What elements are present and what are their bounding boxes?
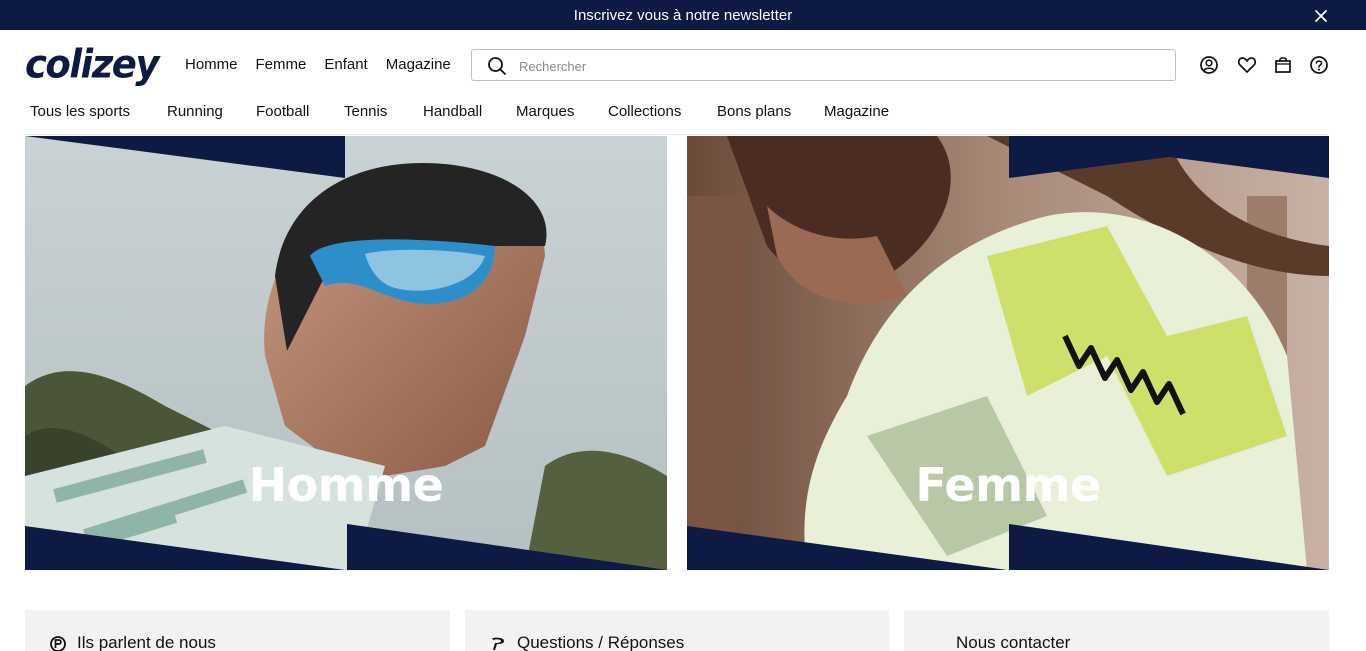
category-handball[interactable]: Handball (423, 103, 482, 120)
category-tennis[interactable]: Tennis (344, 103, 387, 120)
card-label: Nous contacter (956, 633, 1071, 651)
help-icon[interactable] (1309, 55, 1329, 75)
category-collections[interactable]: Collections (608, 103, 681, 120)
main-nav-magazine[interactable]: Magazine (386, 56, 451, 73)
main-nav-homme[interactable]: Homme (185, 56, 238, 73)
heart-icon[interactable] (1237, 55, 1257, 75)
search-icon (488, 57, 506, 75)
question-icon (492, 637, 504, 650)
search-bar[interactable] (471, 49, 1176, 81)
category-magazine[interactable]: Magazine (824, 103, 889, 120)
search-input[interactable] (519, 56, 1159, 76)
category-bons-plans[interactable]: Bons plans (717, 103, 791, 120)
category-tous-les-sports[interactable]: Tous les sports (30, 103, 130, 120)
account-icon[interactable] (1199, 55, 1219, 75)
hero-femme-title[interactable]: Femme (687, 458, 1329, 512)
card-nous-contacter[interactable]: Nous contacter (904, 610, 1329, 651)
nav-divider (25, 134, 1329, 135)
colizey-logo[interactable]: colizey (25, 41, 159, 89)
category-football[interactable]: Football (256, 103, 309, 120)
category-marques[interactable]: Marques (516, 103, 574, 120)
main-nav: Homme Femme Enfant Magazine (185, 56, 451, 73)
close-icon[interactable] (1314, 9, 1328, 23)
newsletter-banner-text[interactable]: Inscrivez vous à notre newsletter (0, 7, 1366, 24)
press-icon (50, 636, 66, 651)
card-label: Questions / Réponses (517, 633, 685, 651)
card-label: Ils parlent de nous (77, 633, 216, 651)
newsletter-banner[interactable]: Inscrivez vous à notre newsletter (0, 0, 1366, 30)
hero-homme[interactable]: Homme (25, 136, 667, 570)
hero-femme[interactable]: Femme (687, 136, 1329, 570)
category-running[interactable]: Running (167, 103, 223, 120)
card-questions-reponses[interactable]: Questions / Réponses (465, 610, 889, 651)
hero-homme-title[interactable]: Homme (25, 458, 667, 512)
card-ils-parlent-de-nous[interactable]: Ils parlent de nous (25, 610, 450, 651)
main-nav-femme[interactable]: Femme (256, 56, 307, 73)
main-nav-enfant[interactable]: Enfant (324, 56, 367, 73)
bag-icon[interactable] (1273, 55, 1293, 75)
